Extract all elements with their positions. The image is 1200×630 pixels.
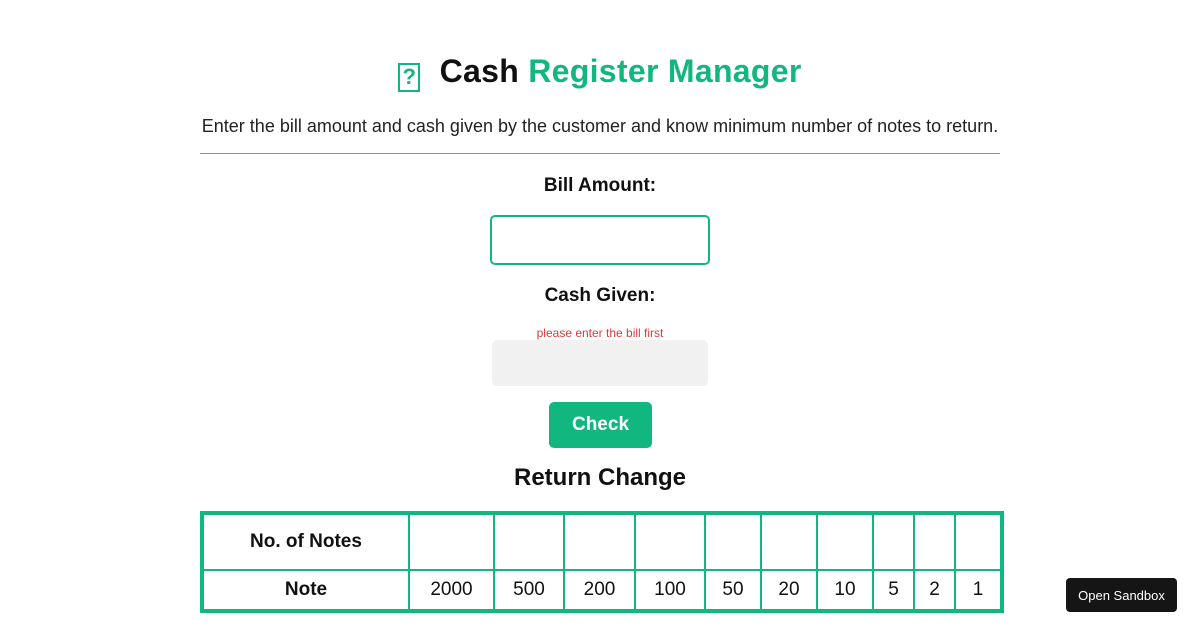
bill-amount-label: Bill Amount: bbox=[543, 175, 657, 196]
cash-register-page: ? Cash Register Manager Enter the bill a… bbox=[0, 0, 1200, 630]
page-subtitle: Enter the bill amount and cash given by … bbox=[201, 116, 999, 136]
header-divider bbox=[200, 153, 1000, 154]
notes-count-cell bbox=[634, 511, 706, 572]
app-header: ? Cash Register Manager Enter the bill a… bbox=[200, 48, 1000, 138]
notes-count-header: No. of Notes bbox=[201, 511, 410, 572]
notes-count-cell bbox=[913, 511, 956, 572]
notes-count-cell bbox=[872, 511, 915, 572]
notes-count-cell bbox=[760, 511, 818, 572]
cash-given-input[interactable] bbox=[492, 340, 708, 386]
note-value-cell: 100 bbox=[634, 569, 706, 612]
note-value-cell: 5 bbox=[872, 569, 915, 612]
return-change-title: Return Change bbox=[513, 464, 686, 491]
money-icon: ? bbox=[398, 62, 421, 92]
notes-count-cell bbox=[816, 511, 874, 572]
note-value-cell: 1 bbox=[954, 569, 1003, 612]
notes-count-cell bbox=[408, 511, 495, 572]
notes-count-cell bbox=[493, 511, 565, 572]
bill-amount-input[interactable] bbox=[490, 215, 710, 265]
bill-required-error: please enter the bill first bbox=[536, 326, 664, 340]
return-change-table: No. of Notes Note 2000 500 200 100 50 20 bbox=[200, 511, 1004, 613]
notes-count-cell bbox=[563, 511, 636, 572]
note-value-cell: 2000 bbox=[408, 569, 495, 612]
title-cash: Cash bbox=[439, 53, 520, 89]
check-button[interactable]: Check bbox=[549, 402, 652, 448]
open-sandbox-button[interactable]: Open Sandbox bbox=[1066, 578, 1177, 612]
cash-given-label: Cash Given: bbox=[544, 285, 656, 306]
note-value-cell: 200 bbox=[563, 569, 636, 612]
note-value-cell: 2 bbox=[913, 569, 956, 612]
notes-count-row: No. of Notes bbox=[201, 511, 1003, 572]
note-value-row: Note 2000 500 200 100 50 20 10 5 2 1 bbox=[201, 569, 1003, 612]
title-register-manager: Register Manager bbox=[528, 53, 802, 89]
note-value-cell: 20 bbox=[760, 569, 818, 612]
note-value-cell: 500 bbox=[493, 569, 565, 612]
note-header: Note bbox=[201, 569, 410, 612]
notes-count-cell bbox=[954, 511, 1003, 572]
notes-count-cell bbox=[704, 511, 762, 572]
note-value-cell: 10 bbox=[816, 569, 874, 612]
page-title: ? Cash Register Manager bbox=[200, 48, 1000, 94]
note-value-cell: 50 bbox=[704, 569, 762, 612]
